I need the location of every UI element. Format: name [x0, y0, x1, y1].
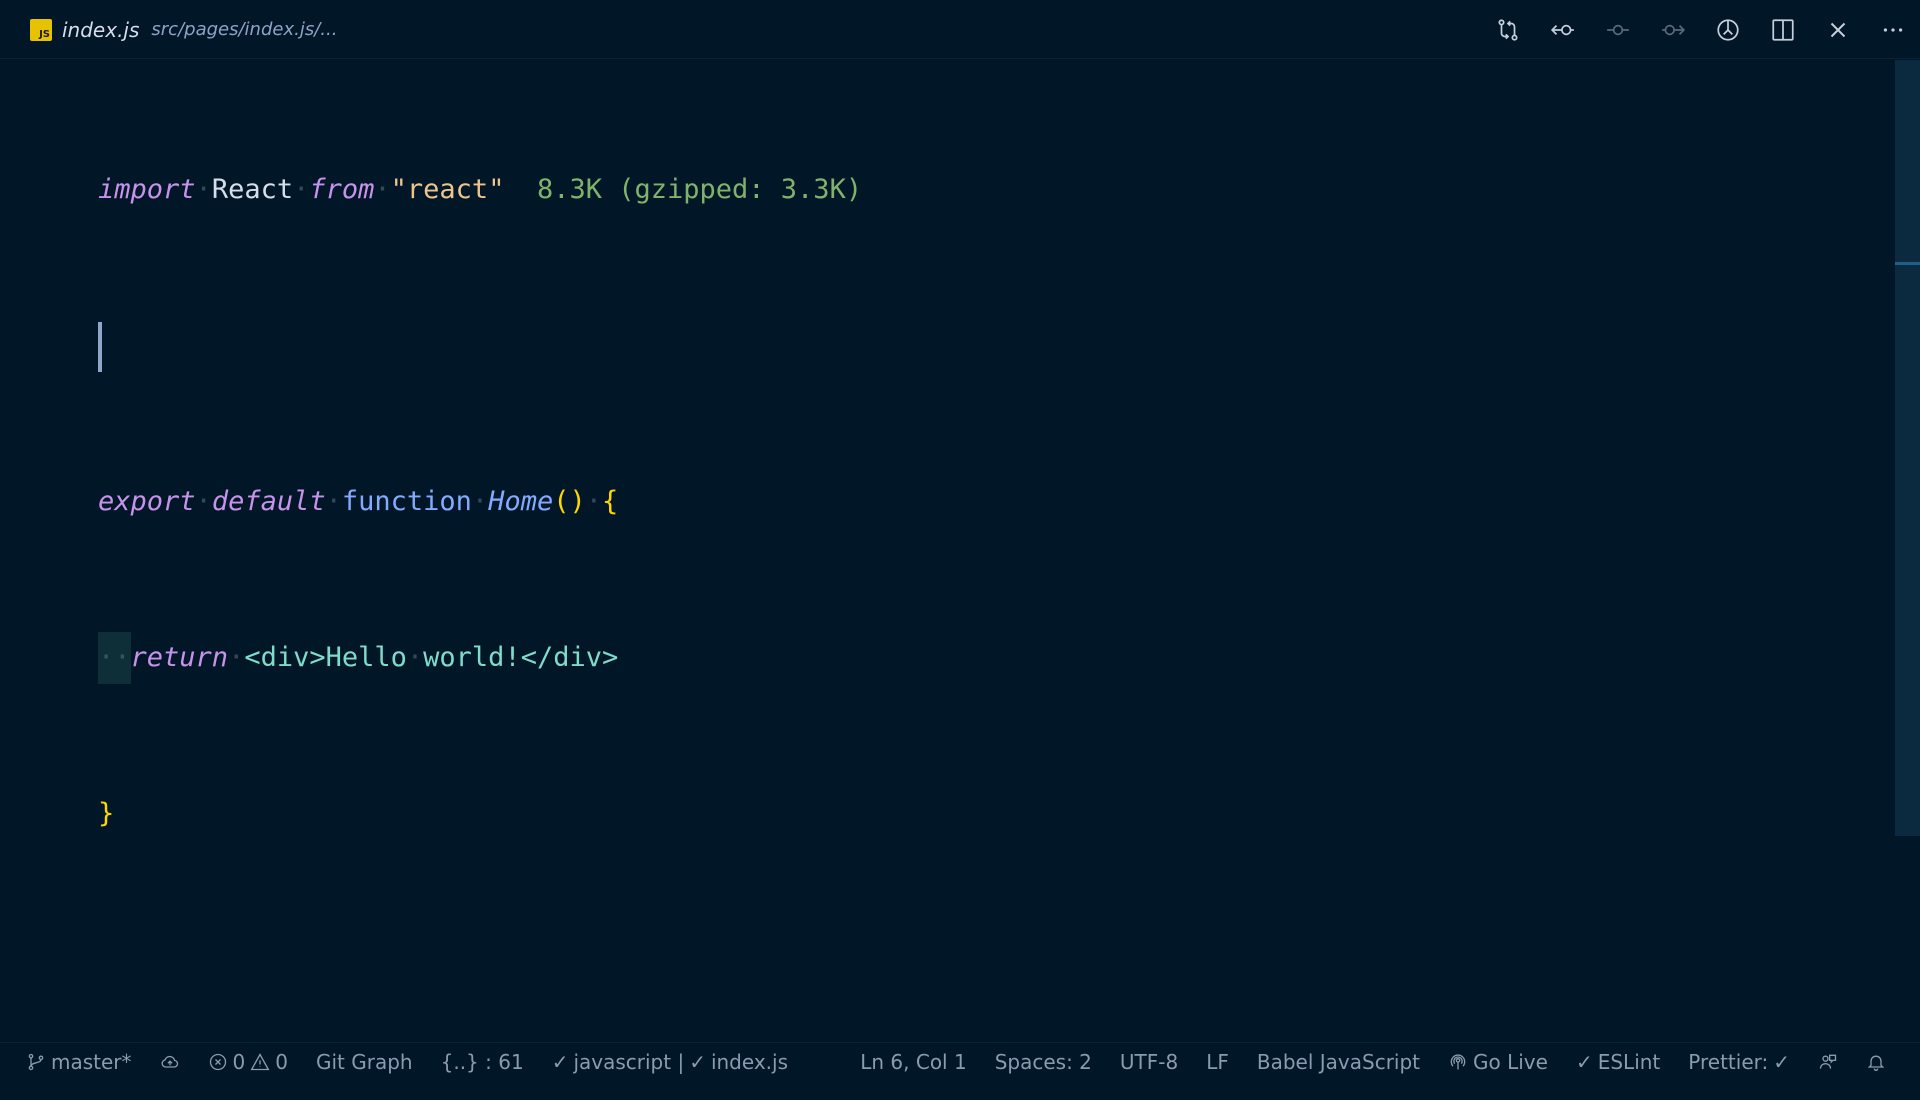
- tab-file-name: index.js: [62, 17, 140, 42]
- jsx-text-hello: Hello: [325, 642, 407, 673]
- broadcast-icon: [1450, 1054, 1466, 1069]
- text-cursor: [98, 322, 102, 372]
- status-notifications[interactable]: [1852, 1043, 1900, 1081]
- close-icon: [1830, 22, 1845, 37]
- status-symbols[interactable]: {..} : 61: [427, 1043, 538, 1081]
- import-cost-hint: 8.3K (gzipped: 3.3K): [536, 174, 863, 205]
- editor-actions: [1480, 0, 1920, 59]
- module-string: "react": [390, 174, 505, 205]
- eslint-label: ESLint: [1597, 1049, 1661, 1074]
- cloud-upload-icon: [161, 1055, 178, 1068]
- split-editor-button[interactable]: [1755, 0, 1810, 59]
- go-forward-icon: [1661, 24, 1685, 35]
- file-check-label: index.js: [710, 1049, 789, 1074]
- warning-count: 0: [275, 1049, 288, 1074]
- status-branch[interactable]: master*: [26, 1043, 146, 1081]
- code-line-3: export·default·function·Home()·{: [98, 486, 619, 517]
- scrollbar-cursor-marker: [1895, 262, 1920, 265]
- status-encoding[interactable]: UTF-8: [1106, 1043, 1192, 1081]
- javascript-file-icon: JS: [30, 18, 52, 41]
- timeline-icon: [1716, 18, 1739, 41]
- cursor-position-label: Ln 6, Col 1: [860, 1049, 967, 1074]
- go-back-icon: [1550, 24, 1574, 35]
- function-name: Home: [488, 486, 554, 517]
- prettier-label: Prettier:: [1688, 1049, 1769, 1074]
- status-eol[interactable]: LF: [1192, 1043, 1243, 1081]
- status-lint-check[interactable]: ✓ javascript | ✓ index.js: [538, 1043, 802, 1081]
- go-live-label: Go Live: [1473, 1049, 1548, 1074]
- bell-icon: [1867, 1055, 1885, 1071]
- title-bar: JS index.js src/pages/index.js/...: [0, 0, 1920, 59]
- import-keyword: import: [98, 174, 196, 205]
- status-eslint[interactable]: ✓ ESLint: [1562, 1043, 1674, 1081]
- status-problems[interactable]: 0 0: [194, 1043, 302, 1081]
- scrollbar-thumb[interactable]: [1895, 60, 1920, 836]
- open-changes-button[interactable]: [1480, 0, 1535, 59]
- tab-file-path: src/pages/index.js/...: [151, 19, 338, 40]
- status-publish[interactable]: [146, 1043, 194, 1081]
- split-editor-icon: [1771, 18, 1794, 41]
- function-parens: (): [553, 486, 586, 517]
- status-cursor-position[interactable]: Ln 6, Col 1: [846, 1043, 980, 1081]
- indent-guide: ··: [98, 632, 131, 684]
- code-line-1: import·React·from·"react" 8.3K (gzipped:…: [98, 174, 863, 205]
- code-line-5: }: [98, 788, 862, 840]
- language-label: Babel JavaScript: [1256, 1049, 1421, 1074]
- warning-icon: [250, 1052, 270, 1070]
- check-icon: ✓: [551, 1049, 569, 1074]
- next-change-button[interactable]: [1645, 0, 1700, 59]
- status-language-mode[interactable]: Babel JavaScript: [1243, 1043, 1434, 1081]
- more-actions-icon: [1883, 27, 1902, 32]
- git-branch-icon: [28, 1053, 44, 1070]
- feedback-icon: [1819, 1054, 1837, 1069]
- code-editor[interactable]: import·React·from·"react" 8.3K (gzipped:…: [0, 60, 1895, 1042]
- jsx-text-world: world!: [423, 642, 521, 673]
- lang-check-label: javascript |: [573, 1049, 685, 1074]
- git-commit-icon: [1606, 24, 1629, 35]
- vertical-scrollbar[interactable]: [1895, 60, 1920, 1042]
- error-count: 0: [232, 1049, 246, 1074]
- react-identifier: React: [211, 174, 294, 205]
- more-actions-button[interactable]: [1865, 0, 1920, 59]
- from-keyword: from: [309, 174, 375, 205]
- status-indentation[interactable]: Spaces: 2: [981, 1043, 1106, 1081]
- default-keyword: default: [211, 486, 326, 517]
- eol-label: LF: [1206, 1049, 1229, 1074]
- close-brace: }: [98, 798, 115, 829]
- git-graph-label: Git Graph: [316, 1049, 413, 1074]
- open-brace: {: [602, 486, 619, 517]
- commit-button[interactable]: [1590, 0, 1645, 59]
- return-keyword: return: [130, 642, 229, 673]
- timeline-button[interactable]: [1700, 0, 1755, 59]
- export-keyword: export: [98, 486, 196, 517]
- editor-tab[interactable]: JS index.js src/pages/index.js/...: [30, 0, 337, 59]
- status-git-graph[interactable]: Git Graph: [302, 1043, 427, 1081]
- indentation-label: Spaces: 2: [994, 1049, 1092, 1074]
- check-icon: ✓: [1773, 1049, 1790, 1074]
- status-go-live[interactable]: Go Live: [1434, 1043, 1562, 1081]
- code-line-4: ··return·<div>Hello·world!</div>: [98, 632, 862, 684]
- status-bar: master* 0 0 Git Graph {..} : 61 ✓ javasc…: [0, 1042, 1920, 1080]
- jsx-close-tag: </div>: [520, 642, 619, 673]
- jsx-open-tag: <div>: [244, 642, 326, 673]
- check-icon: ✓: [1575, 1049, 1593, 1074]
- encoding-label: UTF-8: [1119, 1049, 1179, 1074]
- status-prettier[interactable]: Prettier: ✓: [1674, 1043, 1804, 1081]
- function-keyword: function: [341, 486, 472, 517]
- status-feedback[interactable]: [1804, 1043, 1852, 1081]
- code-content[interactable]: import·React·from·"react" 8.3K (gzipped:…: [98, 60, 862, 1100]
- branch-name: master*: [51, 1049, 132, 1074]
- previous-change-button[interactable]: [1535, 0, 1590, 59]
- git-compare-icon: [1497, 18, 1518, 41]
- check-icon: ✓: [689, 1049, 706, 1074]
- close-editor-button[interactable]: [1810, 0, 1865, 59]
- error-icon: [209, 1053, 226, 1070]
- symbols-label: {..} : 61: [440, 1049, 524, 1074]
